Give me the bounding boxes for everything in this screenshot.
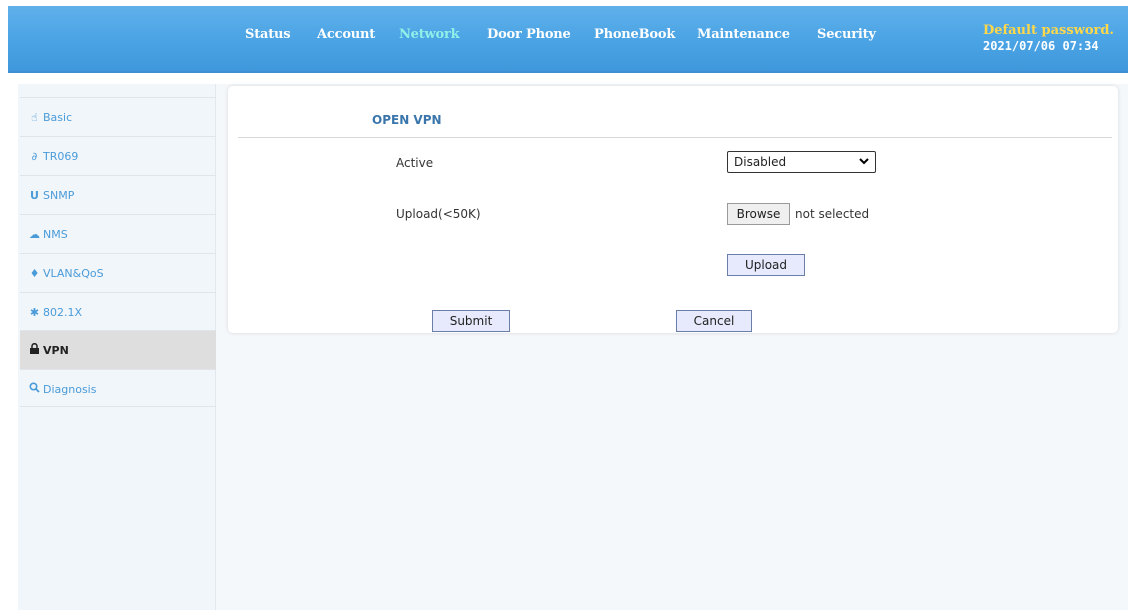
sidebar-item-label: Diagnosis <box>43 382 97 396</box>
active-select[interactable]: Disabled <box>727 151 876 173</box>
sidebar-item-tr069[interactable]: ∂ TR069 <box>20 136 216 175</box>
sidebar-item-802-1x[interactable]: ✱ 802.1X <box>20 292 216 331</box>
link-icon: ∂ <box>31 149 38 163</box>
upload-button[interactable]: Upload <box>727 254 805 276</box>
hand-icon: ☝ <box>31 110 38 124</box>
sidebar-item-basic[interactable]: ☝ Basic <box>20 97 216 136</box>
sidebar-item-label: TR069 <box>43 149 79 163</box>
nav-network[interactable]: Network <box>399 27 460 42</box>
zoom-icon <box>28 382 41 396</box>
sidebar-item-label: VLAN&QoS <box>43 266 104 280</box>
sidebar-item-label: 802.1X <box>43 305 83 319</box>
cancel-button[interactable]: Cancel <box>676 310 752 332</box>
magnet-icon: U <box>30 188 39 202</box>
active-label: Active <box>396 156 434 170</box>
page-title: OPEN VPN <box>372 113 442 127</box>
upload-label: Upload(<50K) <box>396 207 481 221</box>
title-divider <box>238 137 1112 138</box>
sidebar-divider <box>20 406 216 407</box>
default-password-warning[interactable]: Default password. <box>983 23 1114 38</box>
openvpn-panel <box>228 86 1118 333</box>
active-select-value: Disabled <box>734 155 787 169</box>
nav-security[interactable]: Security <box>817 27 876 42</box>
sidebar-item-diagnosis[interactable]: Diagnosis <box>20 369 216 408</box>
submit-button[interactable]: Submit <box>432 310 510 332</box>
asterisk-icon: ✱ <box>29 305 40 319</box>
main-menu: Status Account Network Door Phone PhoneB… <box>8 6 1128 71</box>
nav-account[interactable]: Account <box>317 27 375 42</box>
nav-maintenance[interactable]: Maintenance <box>697 27 790 42</box>
lock-icon <box>28 342 41 357</box>
file-status-text: not selected <box>795 207 870 221</box>
cloud-icon: ☁ <box>29 227 40 241</box>
sidebar-item-nms[interactable]: ☁ NMS <box>20 214 216 253</box>
browse-button[interactable]: Browse <box>727 203 790 225</box>
chevron-down-icon <box>859 154 869 171</box>
sidebar-item-label: NMS <box>43 227 68 241</box>
sidebar-item-label: SNMP <box>43 188 75 202</box>
map-marker-icon: ♦ <box>29 266 40 280</box>
sidebar-item-snmp[interactable]: U SNMP <box>20 175 216 214</box>
sidebar-item-vlan-qos[interactable]: ♦ VLAN&QoS <box>20 253 216 292</box>
sidebar-item-label: VPN <box>43 343 69 357</box>
nav-phonebook[interactable]: PhoneBook <box>594 27 675 42</box>
sidebar-item-label: Basic <box>43 110 73 124</box>
sidebar-item-vpn[interactable]: VPN <box>20 330 216 369</box>
top-navigation-bar: Status Account Network Door Phone PhoneB… <box>8 6 1128 73</box>
nav-status[interactable]: Status <box>245 27 291 42</box>
nav-door-phone[interactable]: Door Phone <box>487 27 571 42</box>
system-datetime: 2021/07/06 07:34 <box>983 39 1099 53</box>
